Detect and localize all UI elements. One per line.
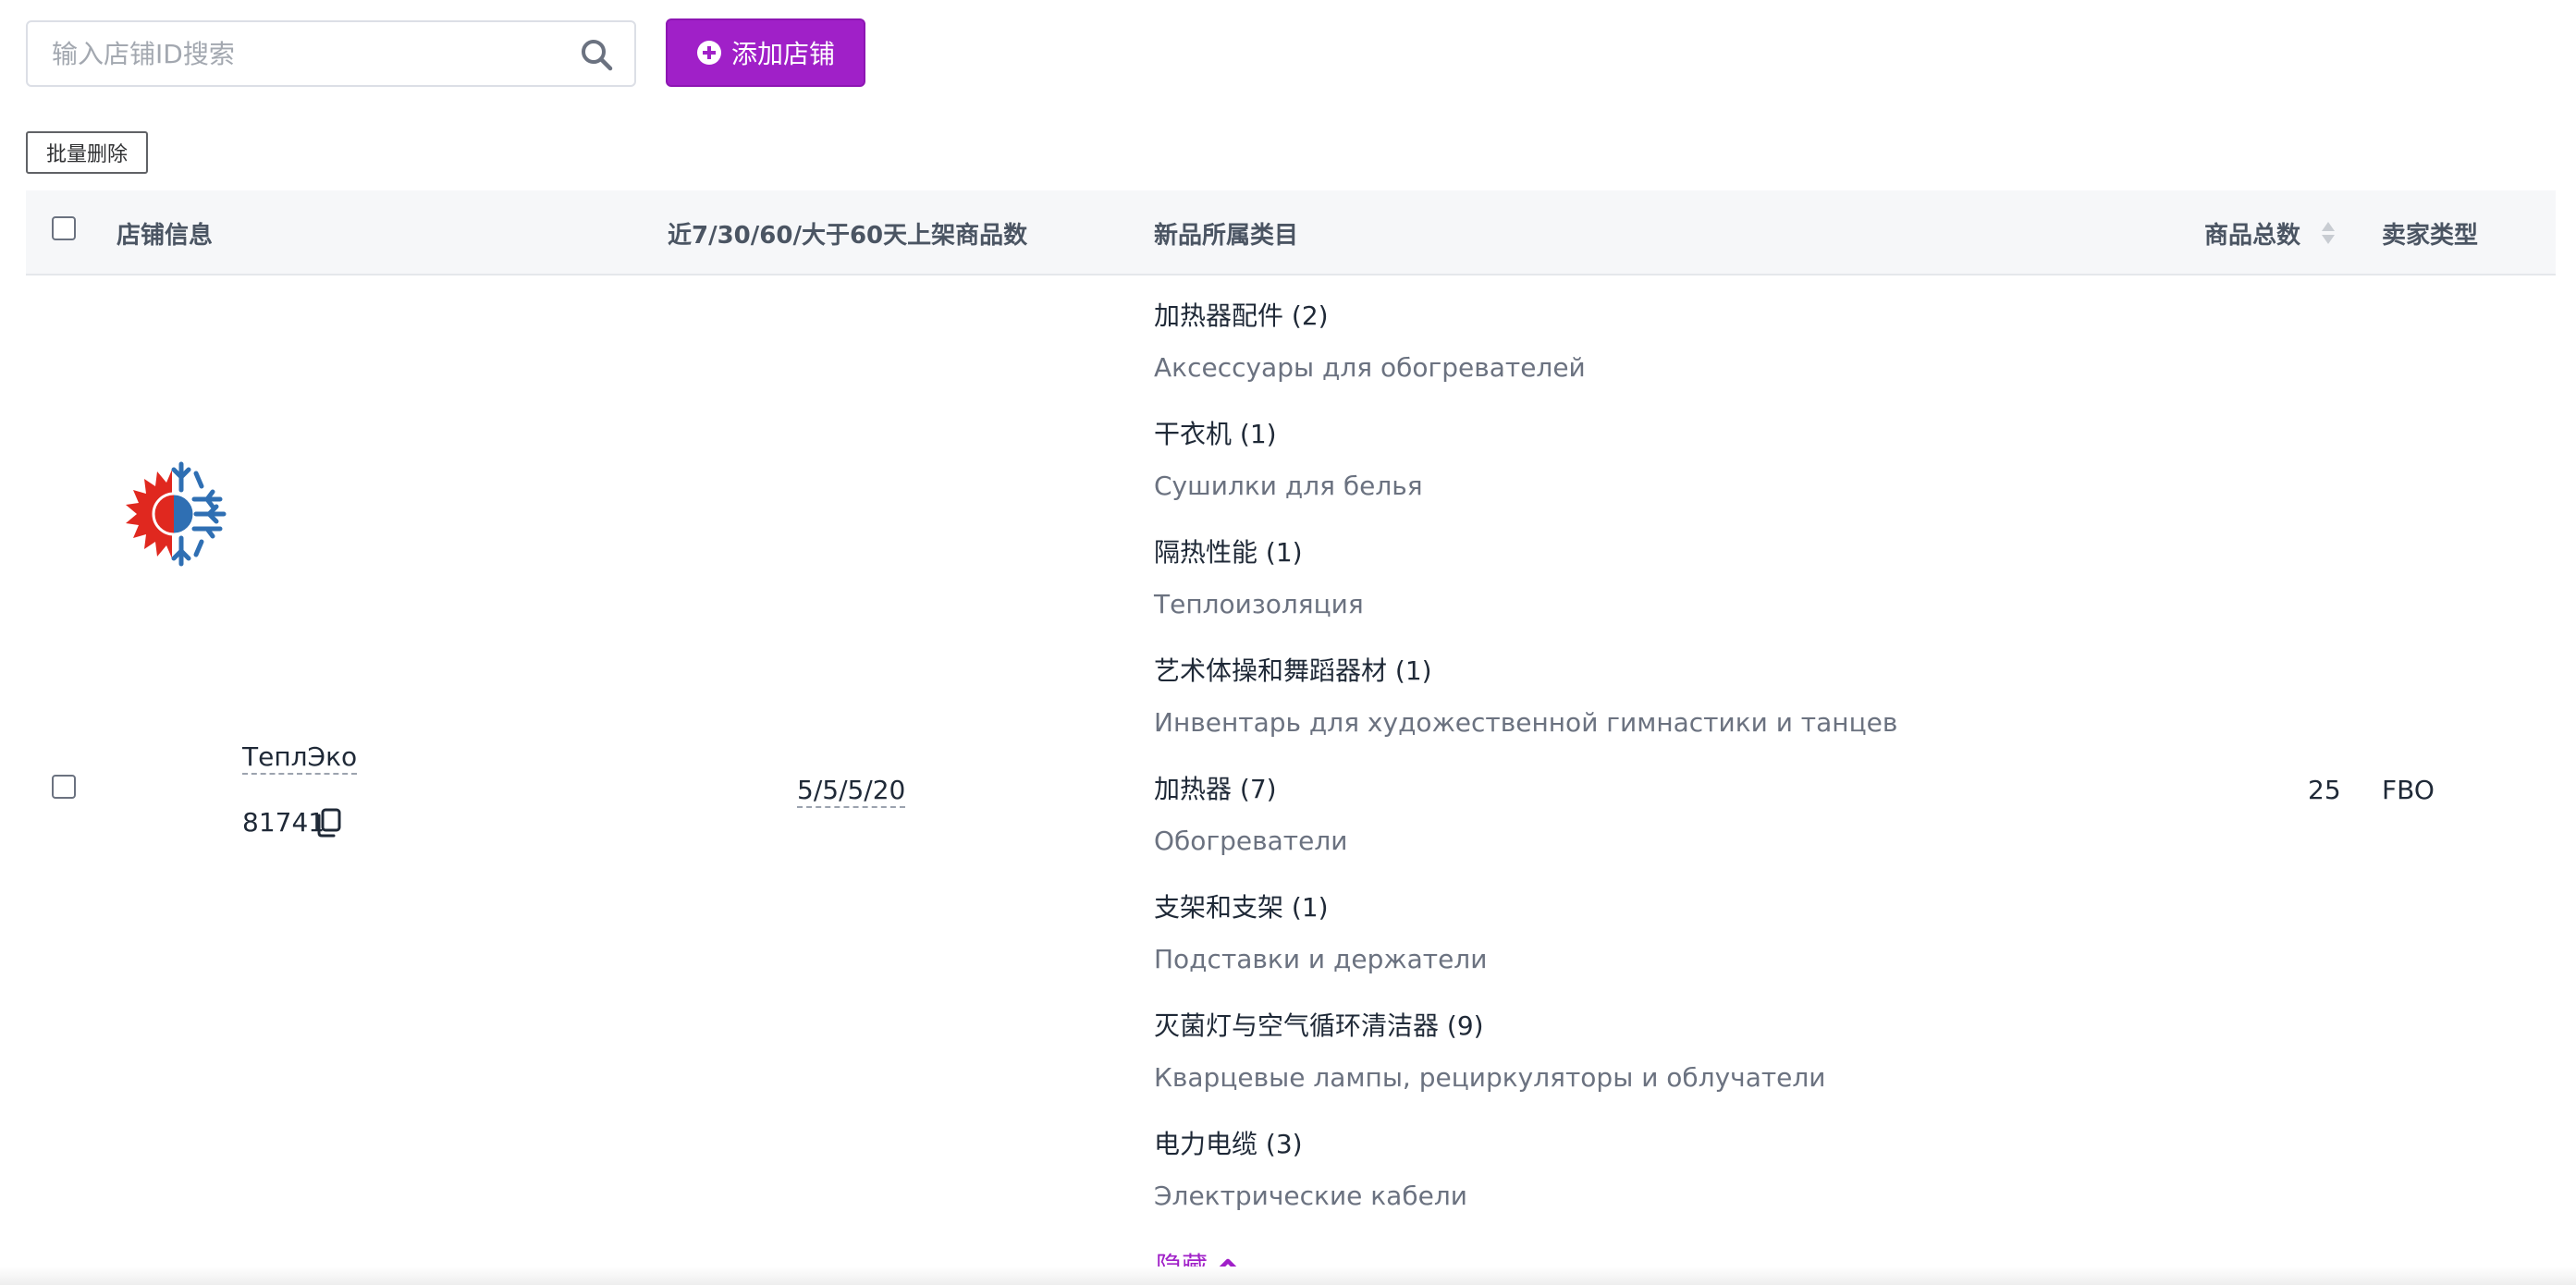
category-name-zh: 加热器配件 (2): [1154, 300, 1329, 331]
search-box: [26, 20, 636, 87]
category-list: 加热器配件 (2) Аксессуары для обогревателей 干…: [1154, 298, 2079, 1244]
category-name-ru: Электрические кабели: [1154, 1181, 1467, 1211]
header-seller-type: 卖家类型: [2382, 221, 2479, 250]
header-shop-info: 店铺信息: [117, 221, 214, 250]
category-name-ru: Кварцевые лампы, рециркуляторы и облучат…: [1154, 1062, 1826, 1093]
category-name-ru: Аксессуары для обогревателей: [1154, 352, 1586, 383]
plus-circle-icon: [696, 41, 721, 65]
category-name-ru: Теплоизоляция: [1154, 589, 1364, 619]
select-all-checkbox[interactable]: [52, 216, 76, 240]
shop-id: 81741: [242, 807, 325, 838]
header-total-products-label: 商品总数: [2204, 221, 2301, 250]
category-name-ru: Обогреватели: [1154, 826, 1348, 856]
search-icon[interactable]: [579, 37, 614, 72]
row-checkbox[interactable]: [52, 775, 76, 799]
category-name-zh: 灭菌灯与空气循环清洁器 (9): [1154, 1010, 1484, 1041]
header-total-products[interactable]: 商品总数: [2204, 190, 2336, 275]
listed-counts[interactable]: 5/5/5/20: [797, 775, 906, 808]
category-item: 艺术体操和舞蹈器材 (1) Инвентарь для художественн…: [1154, 653, 2079, 771]
copy-icon[interactable]: [314, 808, 342, 838]
category-name-zh: 艺术体操和舞蹈器材 (1): [1154, 655, 1432, 686]
shop-name-link[interactable]: ТеплЭко: [242, 741, 358, 775]
category-item: 加热器 (7) Обогреватели: [1154, 771, 2079, 889]
category-name-zh: 干衣机 (1): [1154, 419, 1277, 449]
category-name-ru: Инвентарь для художественной гимнастики …: [1154, 707, 1898, 738]
bottom-fade: [0, 1267, 2576, 1285]
table-header: 店铺信息 近7/30/60/大于60天上架商品数 新品所属类目 商品总数 卖家类…: [26, 190, 2556, 275]
category-name-zh: 电力电缆 (3): [1154, 1129, 1303, 1159]
category-item: 加热器配件 (2) Аксессуары для обогревателей: [1154, 298, 2079, 416]
category-item: 隔热性能 (1) Теплоизоляция: [1154, 534, 2079, 653]
batch-delete-label: 批量删除: [45, 143, 128, 166]
category-name-ru: Сушилки для белья: [1154, 471, 1423, 501]
seller-type: FBO: [2382, 775, 2435, 805]
category-item: 干衣机 (1) Сушилки для белья: [1154, 416, 2079, 534]
category-name-zh: 支架和支架 (1): [1154, 892, 1329, 923]
sun-snowflake-logo: [126, 461, 227, 567]
search-input[interactable]: [28, 22, 634, 85]
category-item: 支架和支架 (1) Подставки и держатели: [1154, 889, 2079, 1008]
category-item: 灭菌灯与空气循环清洁器 (9) Кварцевые лампы, рецирку…: [1154, 1008, 2079, 1126]
header-listed-counts: 近7/30/60/大于60天上架商品数: [668, 221, 1028, 250]
category-name-zh: 加热器 (7): [1154, 774, 1277, 804]
header-categories: 新品所属类目: [1154, 221, 1299, 250]
total-products: 25: [2308, 775, 2341, 805]
add-shop-label: 添加店铺: [730, 39, 835, 69]
category-name-ru: Подставки и держатели: [1154, 944, 1488, 974]
sort-icon[interactable]: [2321, 220, 2336, 246]
add-shop-button[interactable]: 添加店铺: [666, 18, 865, 87]
batch-delete-button[interactable]: 批量删除: [26, 131, 148, 174]
category-name-zh: 隔热性能 (1): [1154, 537, 1303, 568]
shop-list-page: 添加店铺 批量删除 店铺信息 近7/30/60/大于60天上架商品数 新品所属类…: [0, 0, 2576, 1285]
category-item: 电力电缆 (3) Электрические кабели: [1154, 1126, 2079, 1244]
